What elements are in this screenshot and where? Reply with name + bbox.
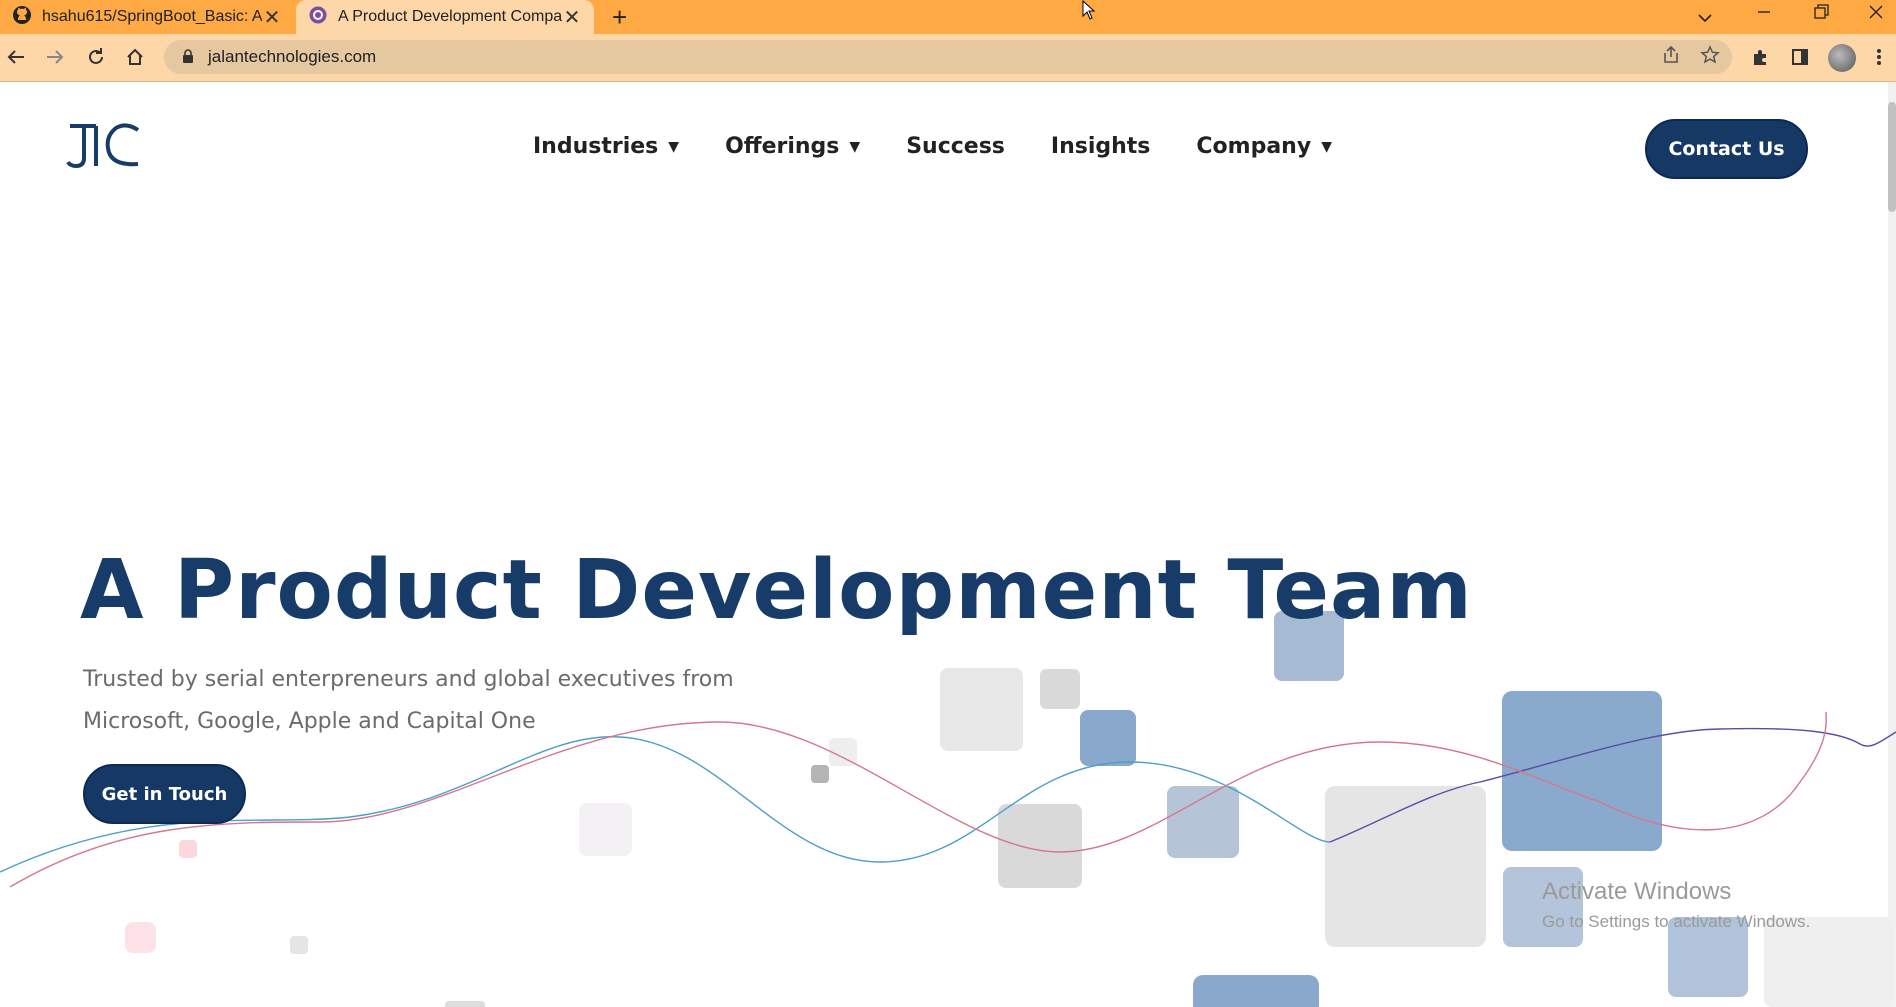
share-icon[interactable] <box>1661 45 1681 71</box>
tab-title: A Product Development Compan <box>338 8 562 25</box>
lock-icon[interactable] <box>182 48 194 66</box>
bookmark-star-icon[interactable] <box>1700 45 1720 71</box>
mouse-cursor-icon <box>1082 0 1096 25</box>
browser-tab-active[interactable]: A Product Development Compan ✕ <box>296 0 594 34</box>
back-icon[interactable] <box>1 42 31 72</box>
menu-kebab-icon[interactable] <box>1864 42 1894 72</box>
browser-tab-github[interactable]: hsahu615/SpringBoot_Basic: A de ✕ <box>0 0 294 34</box>
restore-icon[interactable] <box>1813 2 1829 26</box>
extensions-icon[interactable] <box>1745 42 1775 72</box>
url-text: jalantechnologies.com <box>208 47 377 66</box>
tab-title: hsahu615/SpringBoot_Basic: A de <box>42 8 262 25</box>
home-icon[interactable] <box>120 42 150 72</box>
browser-toolbar: jalantechnologies.com <box>0 34 1896 82</box>
hero-title: A Product Development Team <box>80 543 1473 638</box>
side-panel-icon[interactable] <box>1785 42 1815 72</box>
address-bar[interactable]: jalantechnologies.com <box>164 40 1732 74</box>
browser-tab-strip: hsahu615/SpringBoot_Basic: A de ✕ A Prod… <box>0 0 1896 34</box>
get-in-touch-button[interactable]: Get in Touch <box>83 764 246 824</box>
close-window-icon[interactable] <box>1868 2 1884 26</box>
github-icon <box>12 5 32 30</box>
web-page: Industries ▼ Offerings ▼ Success Insights … <box>0 82 1896 1007</box>
new-tab-icon[interactable]: + <box>612 0 627 34</box>
hero-subtitle: Trusted by serial enterpreneurs and glob… <box>83 667 734 734</box>
minimize-icon[interactable] <box>1756 2 1772 26</box>
profile-avatar[interactable] <box>1828 44 1856 72</box>
close-tab-icon[interactable]: ✕ <box>562 5 582 30</box>
forward-icon[interactable] <box>40 42 70 72</box>
reload-icon[interactable] <box>81 42 111 72</box>
tab-search-icon[interactable] <box>1697 6 1713 30</box>
close-tab-icon[interactable]: ✕ <box>262 5 282 30</box>
globe-icon <box>308 5 328 30</box>
activate-windows-watermark: Activate Windows Go to Settings to activ… <box>1542 878 1811 931</box>
